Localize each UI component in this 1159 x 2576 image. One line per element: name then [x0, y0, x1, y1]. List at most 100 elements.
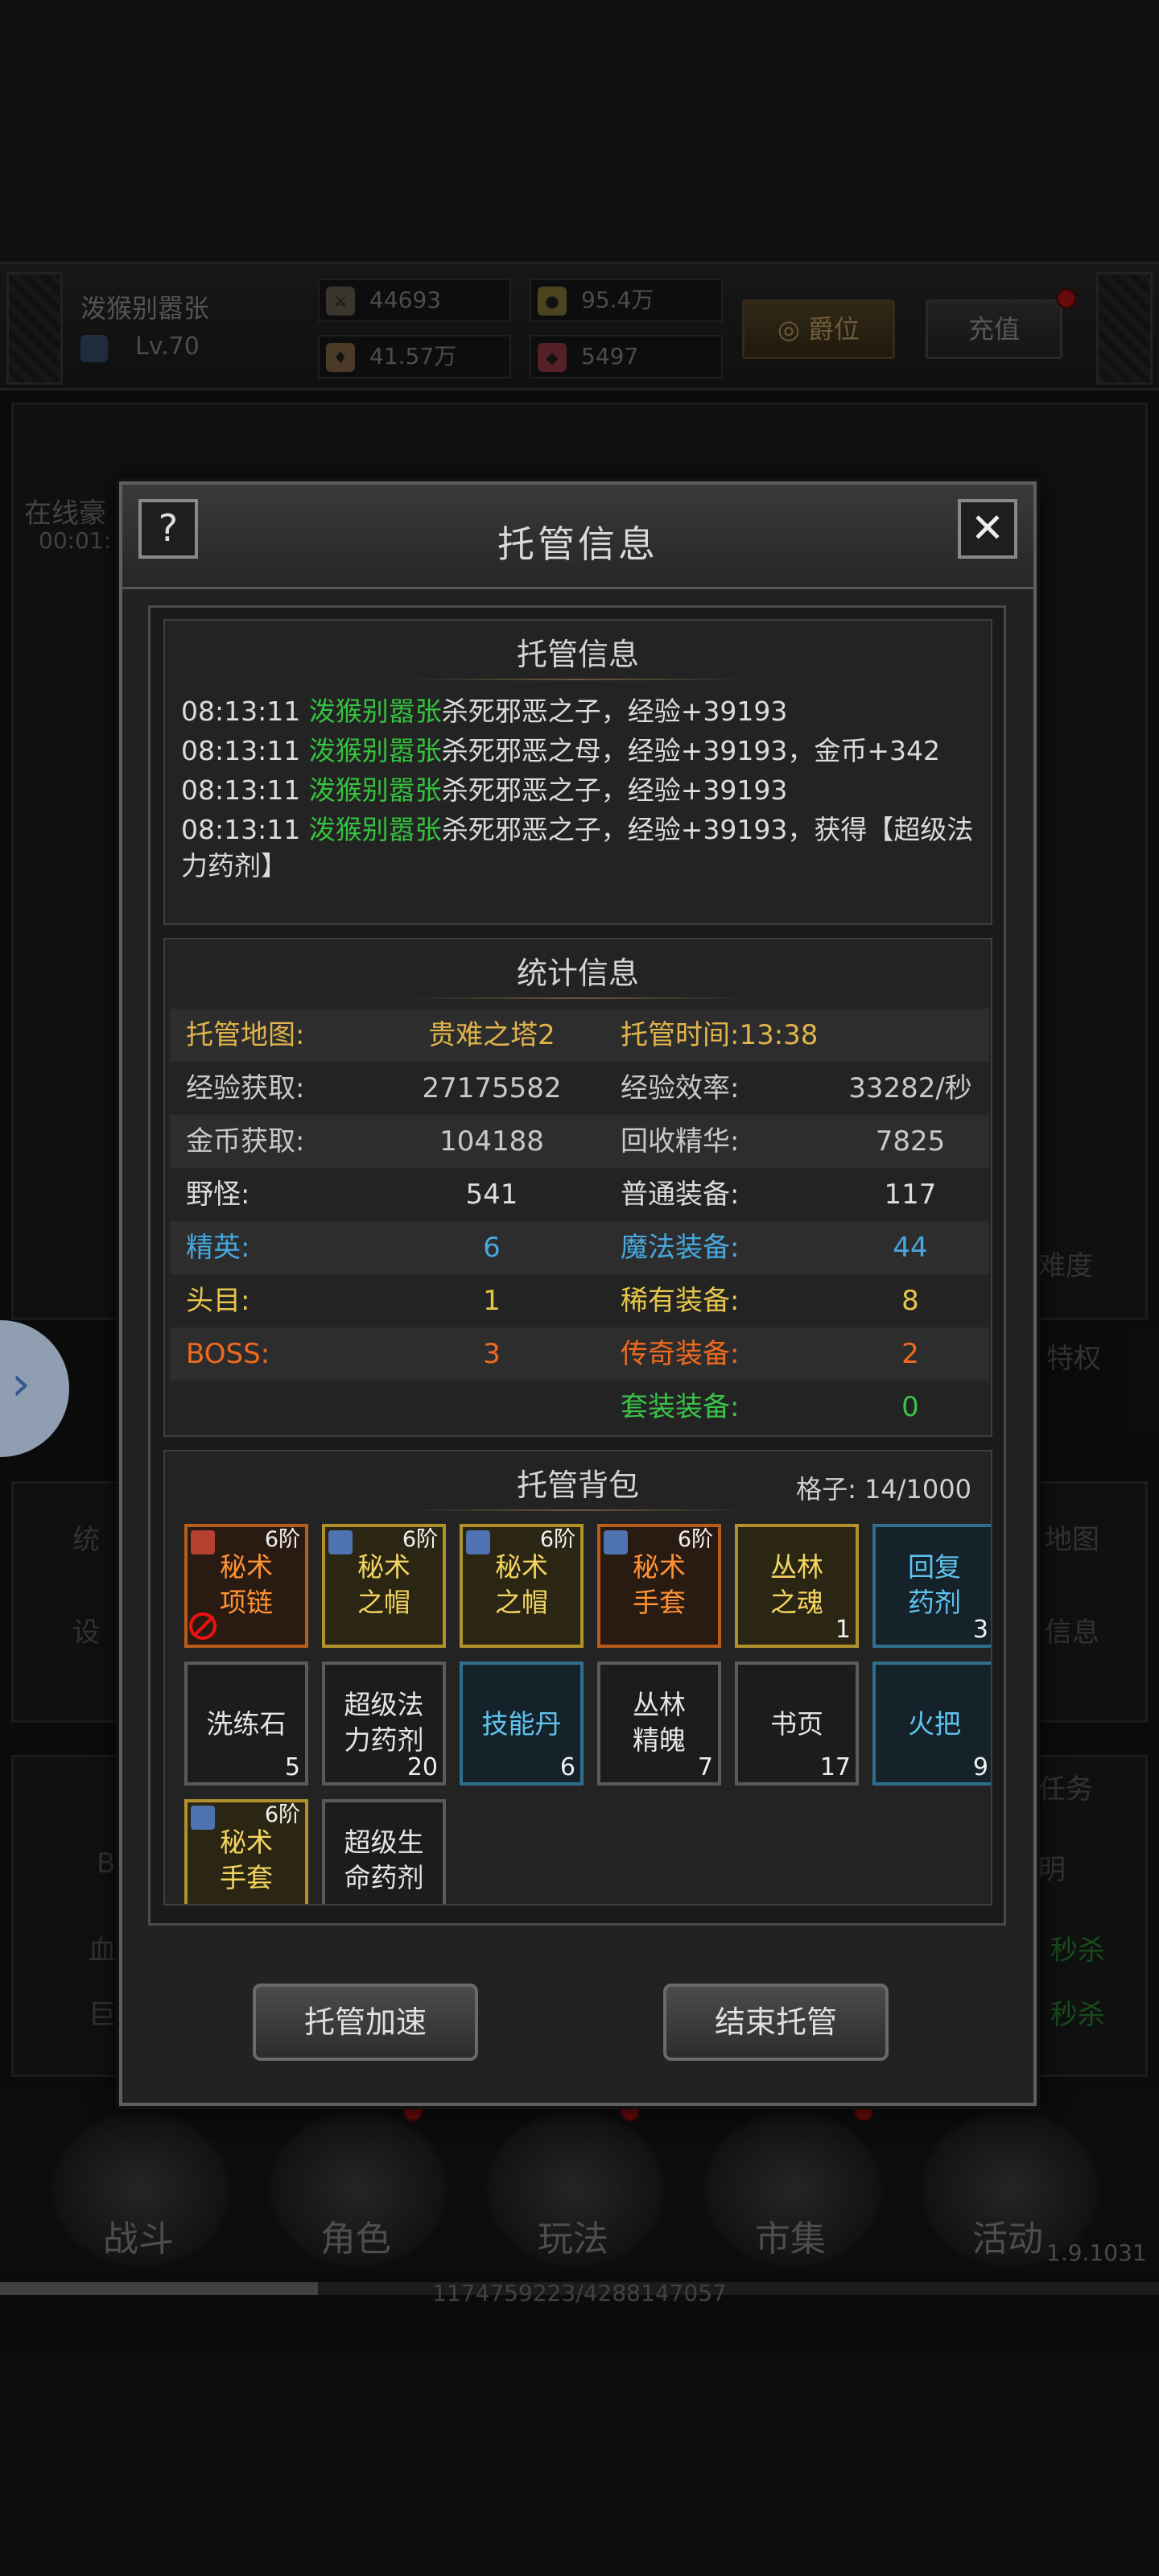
item-grade: 6阶 [539, 1527, 575, 1552]
log-time: 08:13:11 [181, 814, 309, 845]
log-time: 08:13:11 [181, 696, 309, 727]
stat-value: 1 [483, 1285, 501, 1317]
bag-slot[interactable]: 秘术 手套 6阶 [184, 1799, 308, 1904]
item-name-line: 丛林 [633, 1689, 686, 1720]
stat-label: 回收精华: [621, 1125, 740, 1158]
log-text: 杀死邪恶之母，经验+39193，金币+342 [441, 735, 940, 766]
dialog-header: ? 托管信息 ✕ [122, 485, 1033, 589]
log-section: 托管信息 08:13:11 泼猴别嚣张杀死邪恶之子，经验+39193 08:13:… [163, 619, 992, 925]
item-name-line: 技能丹 [481, 1708, 562, 1740]
item-name-line: 手套 [633, 1587, 686, 1618]
log-time: 08:13:11 [181, 735, 309, 766]
stat-label: 精英: [186, 1232, 250, 1264]
stat-label: 经验效率: [621, 1072, 740, 1104]
stat-label: 野怪: [186, 1179, 250, 1211]
close-button[interactable]: ✕ [958, 499, 1017, 559]
stat-value: 0 [901, 1391, 919, 1423]
item-name-line: 命药剂 [344, 1862, 424, 1893]
stat-label: 金币获取: [186, 1125, 305, 1158]
bag-slot[interactable]: 书页 17 [735, 1662, 859, 1785]
log-entry: 08:13:11 泼猴别嚣张杀死邪恶之子，经验+39193 [181, 693, 978, 729]
end-managed-button[interactable]: 结束托管 [663, 1984, 889, 2061]
log-entry: 08:13:11 泼猴别嚣张杀死邪恶之子，经验+39193 [181, 772, 978, 808]
item-name-line: 秘术 [220, 1827, 273, 1858]
stats-row: 经验获取: 27175582 经验效率: 33282/秒 [170, 1062, 989, 1115]
stat-value: 27175582 [422, 1072, 562, 1104]
item-grade: 6阶 [402, 1527, 438, 1552]
stats-row: 金币获取: 104188 回收精华: 7825 [170, 1115, 989, 1168]
stat-value: 33282/秒 [848, 1072, 972, 1104]
bag-slot[interactable]: 秘术 手套 6阶 [597, 1524, 721, 1648]
item-name-line: 超级生 [344, 1827, 424, 1858]
equipment-type-icon [328, 1530, 353, 1554]
stats-row: 精英: 6 魔法装备: 44 [170, 1221, 989, 1274]
stat-value: 2 [901, 1338, 919, 1370]
item-quantity: 5 [284, 1753, 300, 1781]
stat-label: 头目: [186, 1285, 250, 1317]
stats-row: BOSS: 3 传奇装备: 2 [170, 1327, 989, 1381]
stat-label: 经验获取: [186, 1072, 305, 1104]
stat-value: 117 [884, 1179, 937, 1211]
bag-slot[interactable]: 技能丹 6 [460, 1662, 584, 1785]
stat-label: 传奇装备: [621, 1338, 740, 1370]
bag-slot[interactable]: 秘术 之帽 6阶 [322, 1524, 446, 1648]
log-player-name: 泼猴别嚣张 [308, 735, 442, 766]
bag-slot[interactable]: 超级生 命药剂 [322, 1799, 446, 1904]
item-name-line: 超级法 [344, 1689, 424, 1720]
stat-value: 44 [893, 1232, 928, 1264]
bag-slot[interactable]: 回复 药剂 3 [872, 1524, 991, 1648]
log-time: 08:13:11 [181, 774, 309, 806]
item-quantity: 3 [972, 1616, 988, 1644]
stat-value: 3 [483, 1338, 501, 1370]
log-entry: 08:13:11 泼猴别嚣张杀死邪恶之子，经验+39193，获得【超级法力药剂】 [181, 811, 978, 884]
stat-value: 贵难之塔2 [428, 1019, 555, 1051]
log-player-name: 泼猴别嚣张 [308, 814, 442, 845]
stat-value: 6 [483, 1232, 501, 1264]
stats-row: 托管地图: 贵难之塔2 托管时间:13:38 [170, 1009, 989, 1062]
stat-label: 托管时间:13:38 [621, 1019, 819, 1051]
forbidden-icon [189, 1612, 217, 1640]
item-quantity: 6 [559, 1753, 575, 1781]
stats-row: 头目: 1 稀有装备: 8 [170, 1274, 989, 1327]
bag-section: 托管背包 格子: 14/1000 秘术 项链 6阶 秘术 之帽 6阶 秘术 之帽 6阶 秘术 手套 6… [163, 1450, 992, 1905]
item-name-line: 秘术 [357, 1551, 410, 1583]
item-name-line: 回复 [908, 1551, 961, 1583]
bag-slot[interactable]: 秘术 之帽 6阶 [460, 1524, 584, 1648]
bag-slot[interactable]: 秘术 项链 6阶 [184, 1524, 308, 1648]
log-player-name: 泼猴别嚣张 [308, 696, 442, 727]
item-quantity: 20 [406, 1753, 438, 1781]
log-section-title: 托管信息 [165, 621, 991, 688]
stat-value: 541 [465, 1179, 518, 1211]
log-list[interactable]: 08:13:11 泼猴别嚣张杀死邪恶之子，经验+39193 08:13:11 泼猴… [181, 693, 978, 887]
bag-capacity: 格子: 14/1000 [796, 1474, 971, 1505]
item-name-line: 秘术 [495, 1551, 548, 1583]
item-quantity: 7 [697, 1753, 713, 1781]
bag-slot[interactable]: 超级法 力药剂 20 [322, 1662, 446, 1785]
bag-slot[interactable]: 丛林 精魄 7 [597, 1662, 721, 1785]
item-name-line: 洗练石 [206, 1708, 287, 1740]
item-name-line: 秘术 [633, 1551, 686, 1583]
item-name-line: 丛林 [770, 1551, 823, 1583]
chevron-right-icon: › [11, 1356, 31, 1412]
speed-up-button[interactable]: 托管加速 [253, 1984, 478, 2061]
item-grade: 6阶 [264, 1802, 300, 1827]
bag-slot[interactable]: 丛林 之魂 1 [735, 1524, 859, 1648]
log-player-name: 泼猴别嚣张 [308, 774, 442, 806]
log-text: 杀死邪恶之子，经验+39193 [441, 696, 788, 727]
bag-slot[interactable]: 火把 9 [872, 1662, 991, 1785]
dialog-title: 托管信息 [497, 522, 658, 566]
stat-label: BOSS: [186, 1338, 270, 1370]
equipment-type-icon [191, 1530, 215, 1554]
item-name-line: 火把 [908, 1708, 961, 1740]
stats-row: 野怪: 541 普通装备: 117 [170, 1168, 989, 1221]
item-name-line: 秘术 [220, 1551, 273, 1583]
equipment-type-icon [191, 1806, 215, 1830]
bag-slot[interactable]: 洗练石 5 [184, 1662, 308, 1785]
stat-value: 8 [901, 1285, 919, 1317]
stat-label: 套装装备: [621, 1391, 740, 1423]
dialog-content: 托管信息 08:13:11 泼猴别嚣张杀死邪恶之子，经验+39193 08:13:… [148, 605, 1006, 1926]
log-entry: 08:13:11 泼猴别嚣张杀死邪恶之母，经验+39193，金币+342 [181, 733, 978, 769]
stat-label: 普通装备: [621, 1179, 740, 1211]
stats-section-title: 统计信息 [165, 939, 991, 1007]
managed-info-dialog: ? 托管信息 ✕ 托管信息 08:13:11 泼猴别嚣张杀死邪恶之子，经验+39… [119, 481, 1037, 2106]
